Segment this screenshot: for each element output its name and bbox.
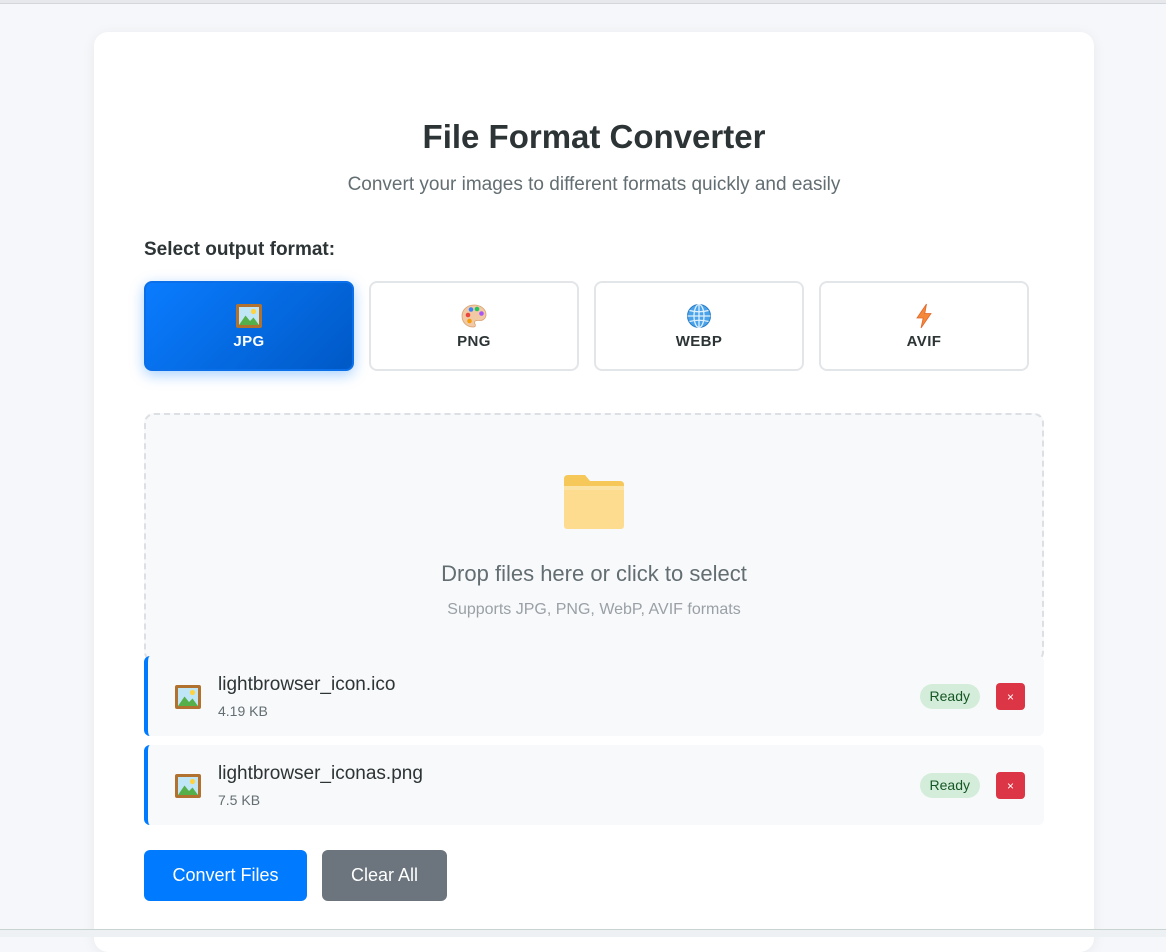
file-name: lightbrowser_iconas.png xyxy=(218,763,423,784)
format-option-webp[interactable]: WEBP xyxy=(594,281,804,371)
file-name: lightbrowser_icon.ico xyxy=(218,674,396,695)
page-title: File Format Converter xyxy=(422,118,766,155)
framed-picture-icon xyxy=(175,685,201,709)
remove-file-button[interactable]: × xyxy=(996,683,1025,710)
file-size: 4.19 KB xyxy=(218,703,268,719)
folder-icon xyxy=(564,475,624,529)
converter-card: File Format Converter Convert your image… xyxy=(94,32,1094,952)
format-option-label: PNG xyxy=(457,333,491,350)
format-options: JPG PNG WEBP AVIF xyxy=(144,281,1029,371)
palette-icon xyxy=(461,304,487,328)
file-size: 7.5 KB xyxy=(218,792,261,808)
format-option-label: WEBP xyxy=(675,333,723,350)
format-option-label: JPG xyxy=(233,333,265,350)
format-select-label: Select output format: xyxy=(144,239,336,260)
file-list-item: lightbrowser_icon.ico 4.19 KB Ready × xyxy=(144,656,1044,736)
dropzone-title: Drop files here or click to select xyxy=(441,561,747,586)
lightning-icon xyxy=(916,303,932,329)
format-option-label: AVIF xyxy=(906,333,942,350)
remove-file-button[interactable]: × xyxy=(996,772,1025,799)
status-badge: Ready xyxy=(919,773,980,798)
window-top-border xyxy=(0,0,1166,4)
page-subtitle: Convert your images to different formats… xyxy=(347,174,841,195)
file-list-item: lightbrowser_iconas.png 7.5 KB Ready × xyxy=(144,745,1044,825)
status-badge: Ready xyxy=(919,684,980,709)
format-option-png[interactable]: PNG xyxy=(369,281,579,371)
globe-icon xyxy=(687,303,711,329)
convert-files-button[interactable]: Convert Files xyxy=(144,850,307,901)
format-option-avif[interactable]: AVIF xyxy=(819,281,1029,371)
framed-picture-icon xyxy=(175,774,201,798)
format-option-jpg[interactable]: JPG xyxy=(144,281,354,371)
clear-all-button[interactable]: Clear All xyxy=(322,850,447,901)
file-dropzone[interactable]: Drop files here or click to select Suppo… xyxy=(144,413,1044,662)
framed-picture-icon xyxy=(236,304,262,328)
dropzone-subtitle: Supports JPG, PNG, WebP, AVIF formats xyxy=(447,601,741,618)
